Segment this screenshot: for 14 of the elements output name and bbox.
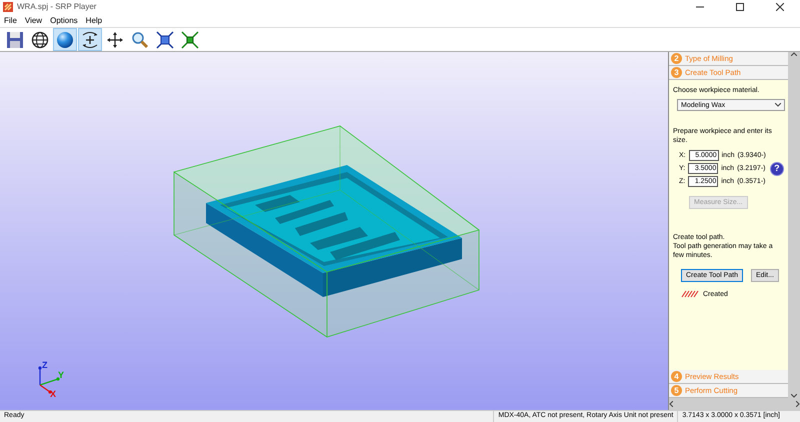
menu-item[interactable]: Options xyxy=(50,14,78,26)
help-button[interactable]: ? xyxy=(770,162,784,176)
menu-item[interactable]: Help xyxy=(86,14,102,26)
window-title: WRA.spj - SRP Player xyxy=(17,1,96,13)
menu-item[interactable]: File xyxy=(4,14,17,26)
axis-label: X xyxy=(50,389,56,399)
axis-label: Y xyxy=(58,370,64,380)
menu-item[interactable]: View xyxy=(24,14,42,26)
3d-viewport[interactable]: Z Y X xyxy=(0,52,668,410)
step-number: 2 xyxy=(671,53,682,64)
axis-label: Z xyxy=(42,360,48,370)
step-number: 4 xyxy=(671,371,682,382)
step-number: 3 xyxy=(671,67,682,78)
step-number: 5 xyxy=(671,385,682,396)
